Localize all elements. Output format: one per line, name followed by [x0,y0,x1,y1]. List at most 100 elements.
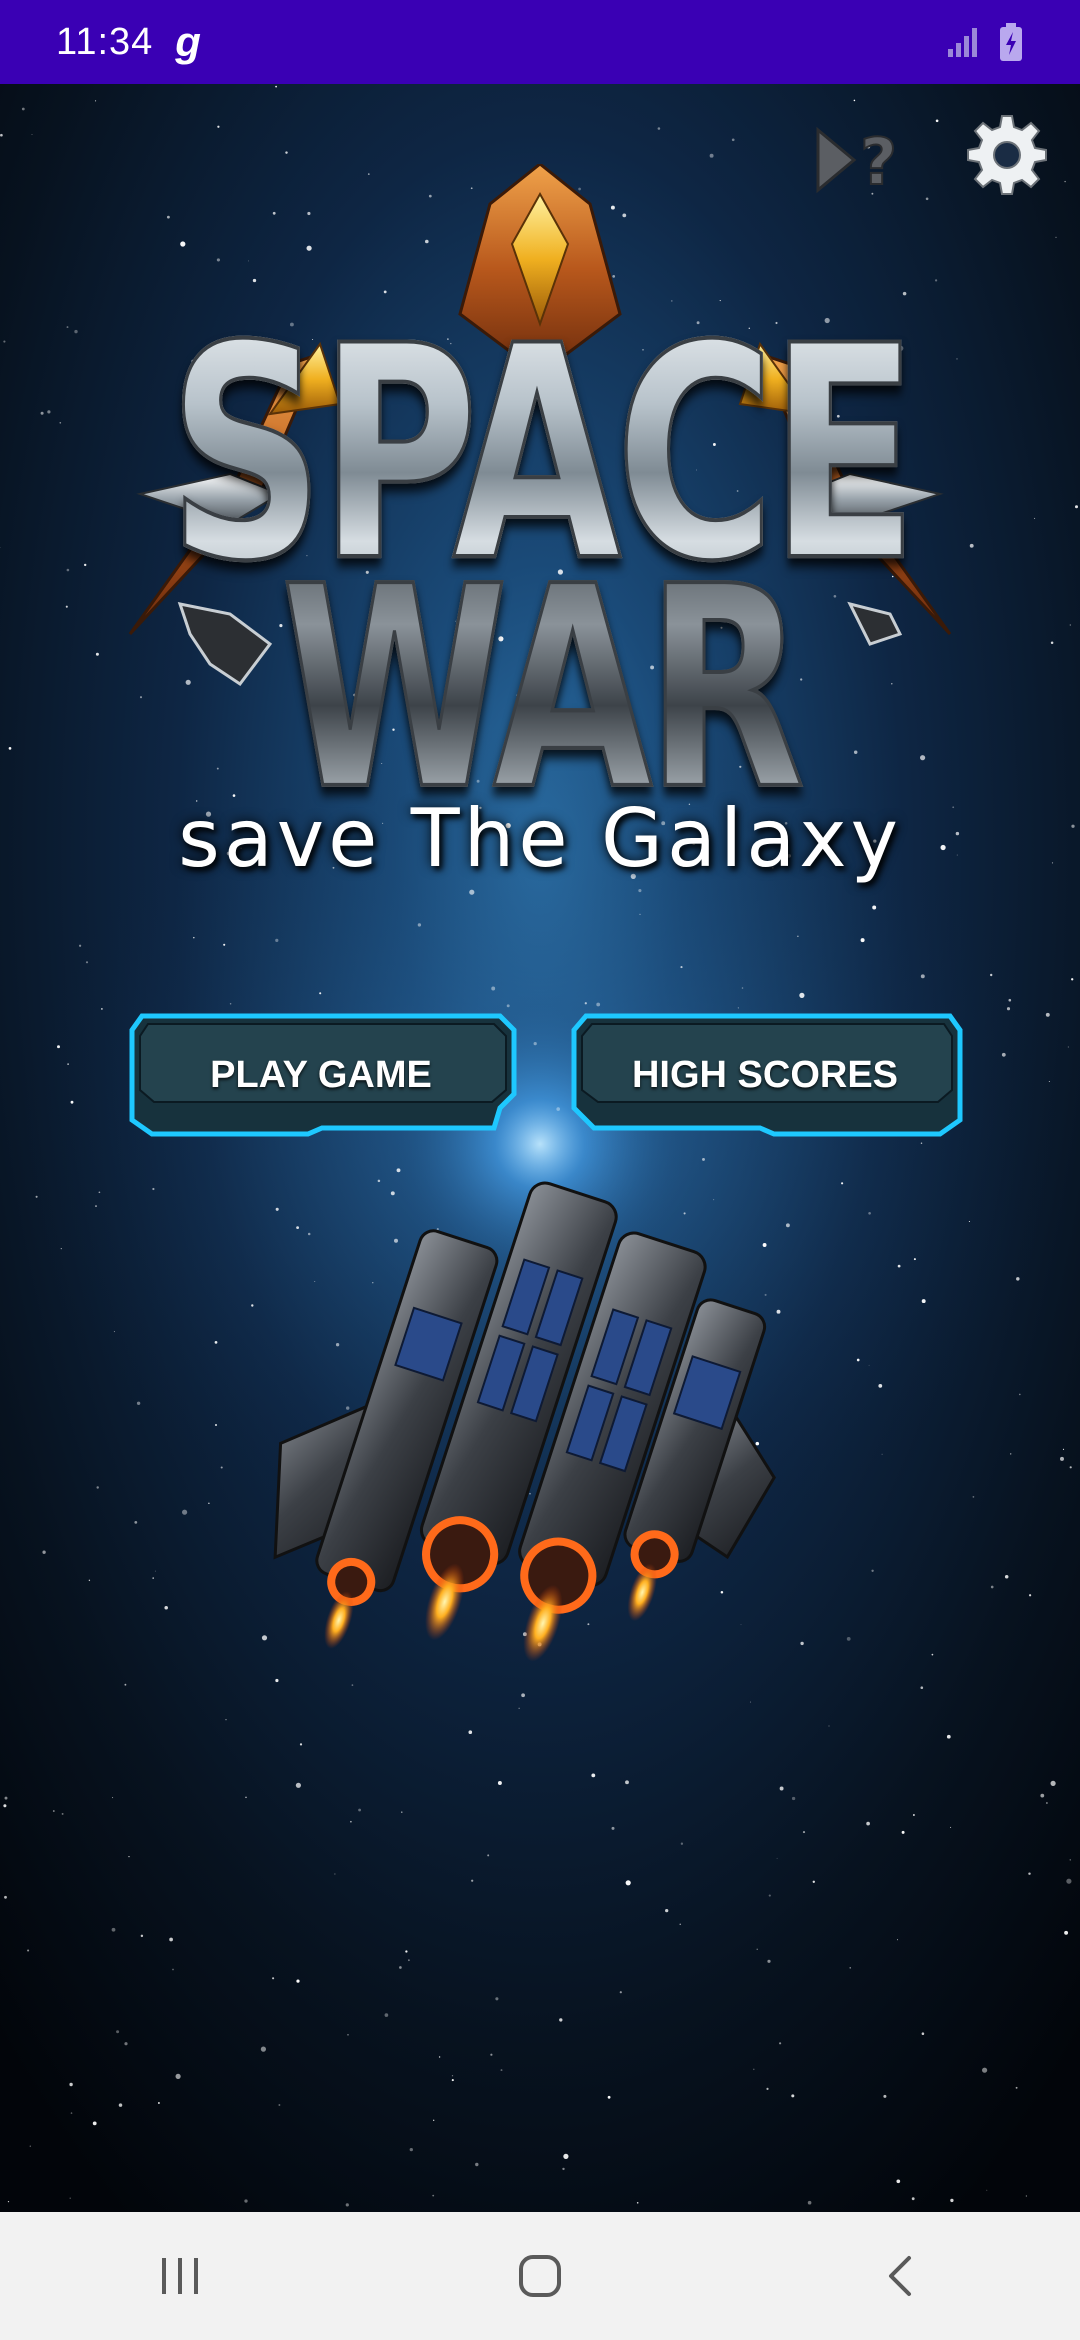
star [347,2033,349,2036]
star [245,1796,247,1799]
star [901,1830,905,1834]
star [766,2087,769,2090]
star [1004,1575,1009,1579]
star [1066,1878,1072,1884]
star [69,2082,73,2087]
star [872,905,877,910]
star [912,1814,915,1816]
star [846,1637,851,1641]
star [1060,1456,1064,1461]
star [217,125,220,128]
star [275,938,279,943]
star [21,107,25,111]
app-notification-icon: g [175,18,201,65]
star [78,944,82,947]
star [500,2069,503,2072]
star [285,151,288,154]
star [1064,180,1066,183]
game-tagline: save The Galaxy [178,792,902,885]
star [921,2032,925,2035]
star [345,2203,349,2207]
star [7,2200,10,2203]
settings-button[interactable] [964,112,1050,202]
high-scores-button[interactable]: HIGH SCORES [564,1010,966,1140]
star [950,2198,954,2203]
star [70,2112,73,2114]
star [911,2197,915,2201]
star [779,1786,784,1791]
star [401,1811,403,1813]
star [275,85,277,88]
game-canvas[interactable]: ? SPACE WAR save The Galaxy PLAY GAME HI… [0,84,1080,2212]
recent-apps-button[interactable] [120,2226,240,2326]
star [1018,1393,1021,1396]
star [60,1248,62,1250]
star [913,1258,916,1261]
star [111,1927,116,1932]
star [140,1934,144,1938]
star [0,133,3,137]
star [802,1831,806,1834]
star [296,1979,300,1983]
star [841,1182,844,1185]
star [1067,1046,1070,1048]
star [134,1521,138,1524]
star [506,1004,510,1008]
star [737,1007,739,1009]
star [408,1959,410,1962]
star [61,1812,64,1815]
star [4,1895,7,1899]
star [27,1949,30,1952]
star [495,1997,499,2001]
star [1006,1007,1011,1011]
play-game-button[interactable]: PLAY GAME [122,1010,520,1140]
star [229,1002,232,1005]
high-scores-label: HIGH SCORES [631,1053,899,1096]
star [319,992,322,995]
home-button[interactable] [480,2226,600,2326]
star [113,1331,115,1333]
star [66,568,70,572]
star [471,1879,474,1882]
star [182,1509,188,1515]
star [29,2145,31,2147]
star [982,2067,988,2073]
star [1048,1081,1050,1083]
star [112,1797,114,1799]
star [74,329,78,334]
star [417,923,422,927]
star [475,2162,479,2167]
star [731,138,735,142]
star [175,2073,181,2079]
star [70,1100,74,1104]
star [47,410,51,414]
star [101,1008,103,1010]
star [497,1781,502,1785]
star [152,1577,154,1579]
star [1046,1802,1048,1804]
star [665,1908,669,1913]
star [98,1191,101,1194]
star [3,1804,7,1808]
star [969,543,974,548]
star [860,938,865,943]
star [776,1857,778,1859]
star [1071,978,1074,981]
star [680,966,683,969]
star [3,340,6,343]
star [1015,2086,1018,2089]
star [214,1341,218,1344]
star [611,1826,615,1830]
star [878,1384,883,1388]
back-icon [889,2256,911,2296]
star [812,1880,815,1883]
star [533,1041,537,1046]
star [1075,505,1078,509]
star [4,1796,8,1800]
star [451,2075,454,2077]
back-button[interactable] [840,2226,960,2326]
star [950,1826,952,1828]
star [154,1570,156,1572]
star [92,2121,97,2126]
star [883,2094,887,2098]
